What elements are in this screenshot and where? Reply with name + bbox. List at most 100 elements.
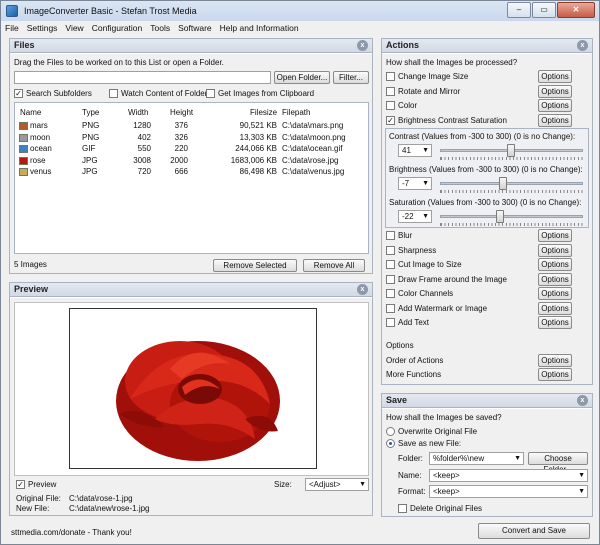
bottom-checkbox-1[interactable] <box>386 245 395 255</box>
top-options-button-3[interactable]: Options <box>538 113 572 127</box>
bottom-options-button-2[interactable]: Options <box>538 258 572 271</box>
bottom-options-button-1[interactable]: Options <box>538 243 572 257</box>
menu-configuration[interactable]: Configuration <box>88 21 147 35</box>
top-checkbox-2[interactable] <box>386 101 395 110</box>
top-options-button-1[interactable]: Options <box>538 84 572 98</box>
search-subfolders-checkbox[interactable]: ✓ <box>14 89 23 98</box>
contrast-slider[interactable] <box>507 144 515 157</box>
file-height: 376 <box>174 121 188 130</box>
size-select[interactable]: <Adjust> ▼ <box>305 478 369 491</box>
bottom-label-6: Add Text <box>398 318 429 327</box>
saturation-select[interactable]: -22 ▼ <box>398 210 432 223</box>
bottom-checkbox-0[interactable] <box>386 231 395 240</box>
column-width[interactable]: Width <box>128 108 148 117</box>
files-close-icon[interactable]: x <box>357 40 368 51</box>
bottom-options-button-5[interactable]: Options <box>538 301 572 315</box>
actions-close-icon[interactable]: x <box>577 40 588 51</box>
top-options-button-2[interactable]: Options <box>538 99 572 112</box>
format-select[interactable]: <keep> ▼ <box>429 485 588 498</box>
path-input[interactable] <box>14 71 271 84</box>
options-section-label: Options <box>386 341 414 350</box>
remove-selected-button[interactable]: Remove Selected <box>213 259 297 272</box>
top-checkbox-1[interactable] <box>386 86 395 96</box>
menu-view[interactable]: View <box>61 21 87 35</box>
chevron-down-icon: ▼ <box>578 472 585 479</box>
donate-link[interactable]: sttmedia.com/donate - Thank you! <box>11 528 132 537</box>
column-filesize[interactable]: Filesize <box>250 108 277 117</box>
order-of-actions-label: Order of Actions <box>386 356 444 365</box>
brightness-select[interactable]: -7 ▼ <box>398 177 432 190</box>
column-name[interactable]: Name <box>20 108 41 117</box>
bottom-checkbox-6[interactable] <box>386 318 395 327</box>
format-label: Format: <box>398 487 426 496</box>
file-size: 13,303 KB <box>239 132 277 142</box>
top-label-3: Brightness Contrast Saturation <box>398 115 507 125</box>
saturation-slider[interactable] <box>496 210 504 223</box>
file-height: 2000 <box>170 155 188 165</box>
contrast-select[interactable]: 41 ▼ <box>398 144 432 157</box>
bottom-options-button-4[interactable]: Options <box>538 287 572 300</box>
bcs-settings: Contrast (Values from -300 to 300) (0 is… <box>385 128 589 228</box>
image-file-icon <box>19 156 28 165</box>
bottom-checkbox-3[interactable] <box>386 274 395 284</box>
brightness-slider[interactable] <box>499 177 507 190</box>
bottom-options-button-0[interactable]: Options <box>538 229 572 242</box>
app-icon <box>6 5 18 17</box>
minimize-button[interactable]: – <box>507 2 531 18</box>
menu-file[interactable]: File <box>1 21 23 35</box>
bottom-options-button-6[interactable]: Options <box>538 316 572 329</box>
table-row[interactable]: venus JPG 720 666 86,498 KB C:\data\venus.jpg <box>15 167 368 178</box>
column-height[interactable]: Height <box>170 108 193 117</box>
table-row[interactable]: moon PNG 402 326 13,303 KB C:\data\moon.png <box>15 133 368 144</box>
table-row[interactable]: mars PNG 1280 376 90,521 KB C:\data\mars.png <box>15 121 368 132</box>
open-folder-button[interactable]: Open Folder... <box>274 71 330 84</box>
top-options-button-0[interactable]: Options <box>538 70 572 83</box>
order-options-button[interactable]: Options <box>538 354 572 367</box>
table-row[interactable]: rose JPG 3008 2000 1683,006 KB C:\data\rose.j… <box>15 156 368 167</box>
save-panel: Save x How shall the Images be saved? Ove… <box>381 393 593 517</box>
image-count: 5 Images <box>14 260 47 269</box>
column-type[interactable]: Type <box>82 108 99 117</box>
file-size: 244,066 KB <box>235 144 277 154</box>
preview-close-icon[interactable]: x <box>357 284 368 295</box>
delete-original-checkbox[interactable] <box>398 504 407 513</box>
save-new-radio[interactable] <box>386 439 395 448</box>
clipboard-checkbox[interactable] <box>206 89 215 98</box>
name-select[interactable]: <keep> ▼ <box>429 469 588 482</box>
preview-checkbox[interactable]: ✓ <box>16 480 25 489</box>
menu-help[interactable]: Help and Information <box>216 21 303 35</box>
top-checkbox-0[interactable] <box>386 72 395 81</box>
top-checkbox-3[interactable]: ✓ <box>386 115 395 125</box>
watch-folder-checkbox[interactable] <box>109 89 118 98</box>
search-subfolders-label: Search Subfolders <box>26 89 92 98</box>
file-name: mars <box>30 121 48 130</box>
filter-button[interactable]: Filter... <box>333 71 369 84</box>
remove-all-button[interactable]: Remove All <box>303 259 365 272</box>
overwrite-radio[interactable] <box>386 427 395 436</box>
preview-label: Preview <box>28 480 57 489</box>
choose-folder-button[interactable]: Choose Folder... <box>528 452 588 474</box>
original-file-value: C:\data\rose-1.jpg <box>69 494 133 503</box>
column-filepath[interactable]: Filepath <box>282 108 310 117</box>
clipboard-label: Get Images from Clipboard <box>218 89 315 98</box>
menu-settings[interactable]: Settings <box>23 21 62 35</box>
format-value: <keep> <box>433 487 460 496</box>
bottom-label-5: Add Watermark or Image <box>398 303 488 313</box>
folder-select[interactable]: %folder%\new ▼ <box>429 452 524 465</box>
maximize-button[interactable]: ▭ <box>532 2 556 18</box>
table-row[interactable]: ocean GIF 550 220 244,066 KB C:\data\ocean.gi… <box>15 144 368 155</box>
close-button[interactable]: ✕ <box>557 2 595 18</box>
bottom-options-button-3[interactable]: Options <box>538 272 572 286</box>
original-file-label: Original File: <box>16 494 61 503</box>
save-close-icon[interactable]: x <box>577 395 588 406</box>
bottom-checkbox-2[interactable] <box>386 260 395 269</box>
file-list[interactable]: Name Type Width Height Filesize Filepath… <box>14 102 369 254</box>
menu-tools[interactable]: Tools <box>146 21 174 35</box>
convert-and-save-button[interactable]: Convert and Save <box>478 523 590 539</box>
bottom-checkbox-5[interactable] <box>386 303 395 313</box>
menu-software[interactable]: Software <box>174 21 216 35</box>
file-name: rose <box>30 155 46 165</box>
more-options-button[interactable]: Options <box>538 368 572 381</box>
bottom-checkbox-4[interactable] <box>386 289 395 298</box>
delete-original-label: Delete Original Files <box>410 504 483 513</box>
